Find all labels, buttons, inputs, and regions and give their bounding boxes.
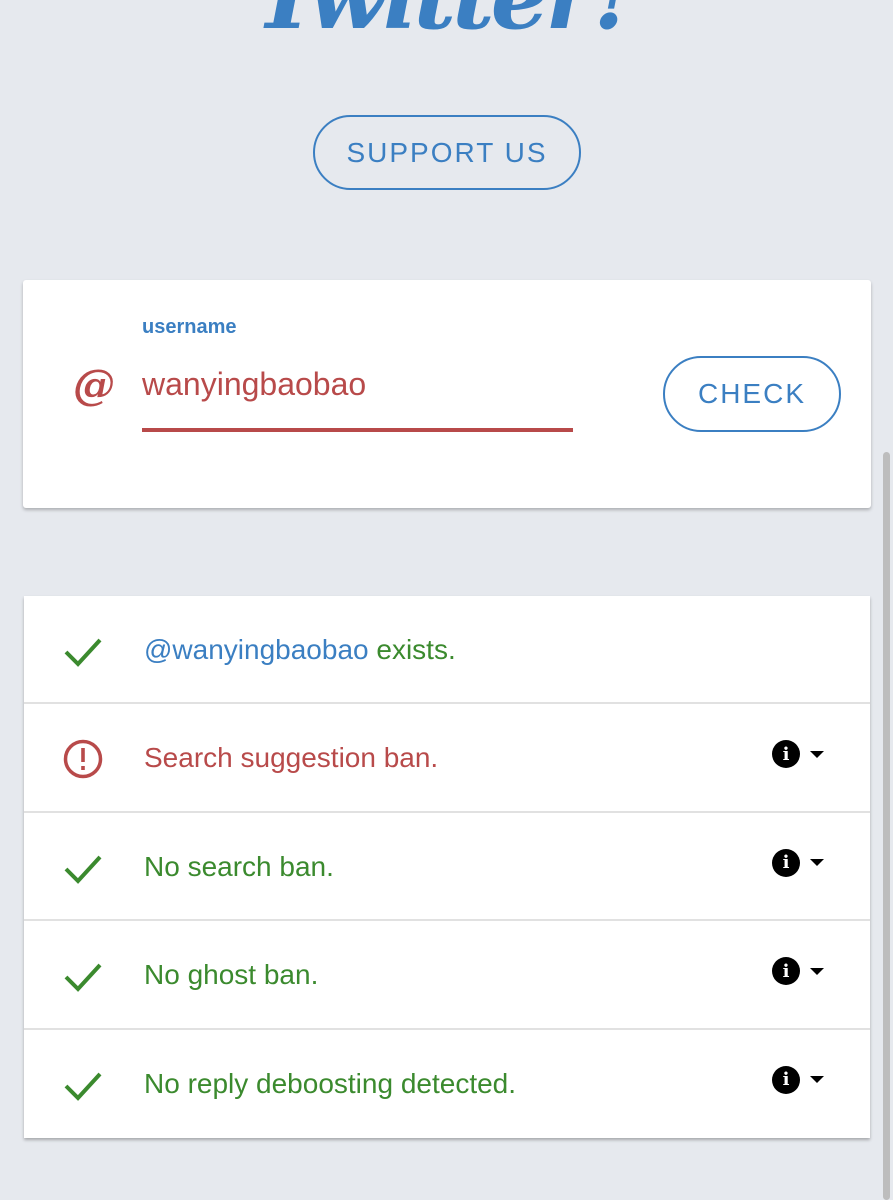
username-input-underline — [142, 428, 573, 432]
result-row-search-ban: No search ban. i — [24, 813, 870, 922]
check-icon — [64, 963, 102, 993]
info-icon[interactable]: i — [772, 957, 800, 986]
caret-down-icon[interactable] — [810, 967, 824, 975]
details-toggle[interactable]: i — [772, 848, 824, 877]
caret-down-icon[interactable] — [810, 1076, 824, 1084]
details-toggle[interactable]: i — [772, 1065, 824, 1094]
result-handle[interactable]: @wanyingbaobao — [144, 634, 369, 665]
result-status-text: No ghost ban. — [144, 959, 319, 991]
result-row-search-suggestion-ban: Search suggestion ban. i — [24, 704, 870, 813]
username-field-label: username — [142, 316, 237, 338]
info-icon[interactable]: i — [772, 740, 800, 769]
check-icon — [64, 638, 102, 667]
check-button[interactable]: CHECK — [663, 356, 841, 432]
result-row-reply-deboosting: No reply deboosting detected. i — [24, 1030, 870, 1138]
caret-down-icon[interactable] — [810, 859, 824, 867]
details-toggle[interactable]: i — [772, 740, 824, 769]
at-sign-icon: @ — [73, 360, 115, 409]
result-status-text: No search ban. — [144, 850, 334, 882]
result-status-text: No reply deboosting detected. — [144, 1067, 517, 1099]
caret-down-icon[interactable] — [810, 750, 824, 758]
alert-circle-icon — [63, 740, 103, 779]
page: Twitter? SUPPORT US @ username wanyingba… — [0, 0, 893, 1200]
scrollbar-thumb[interactable] — [883, 452, 890, 1200]
page-title: Twitter? — [0, 0, 893, 50]
result-status-text: Search suggestion ban. — [144, 742, 439, 774]
info-icon[interactable]: i — [772, 1065, 800, 1094]
result-row-ghost-ban: No ghost ban. i — [24, 921, 870, 1030]
info-icon[interactable]: i — [772, 848, 800, 877]
result-text: @wanyingbaobao exists. — [144, 630, 456, 670]
check-icon — [64, 1072, 102, 1101]
details-toggle[interactable]: i — [772, 957, 824, 986]
result-status-text: exists. — [368, 634, 456, 665]
username-input[interactable]: wanyingbaobao — [142, 366, 366, 403]
results-list: @wanyingbaobao exists. Search suggestion… — [24, 596, 870, 1138]
username-search-card: @ username wanyingbaobao CHECK — [23, 280, 871, 508]
result-row-exists: @wanyingbaobao exists. — [24, 596, 870, 705]
check-icon — [64, 855, 102, 884]
support-us-button[interactable]: SUPPORT US — [313, 115, 581, 190]
scrollbar[interactable] — [879, 452, 893, 1200]
